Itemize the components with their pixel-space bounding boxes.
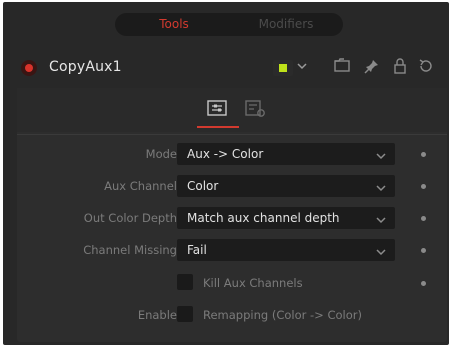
pin-icon[interactable] (363, 58, 381, 76)
enable-label: Enable (137, 308, 177, 322)
enable-remapping-checkbox[interactable] (177, 306, 193, 322)
kill-aux-channels-row: Kill Aux Channels (17, 272, 447, 296)
chevron-down-icon (375, 243, 387, 256)
node-header[interactable]: CopyAux1 (3, 50, 449, 86)
keyframe-dot-icon[interactable] (421, 281, 426, 286)
node-color-chip[interactable] (273, 60, 293, 76)
chevron-down-icon (375, 211, 387, 224)
aux-channel-value: Color (187, 179, 219, 193)
controls-panel: Mode Aux -> Color Aux Channel Color Out (17, 88, 447, 342)
aux-channel-dropdown[interactable]: Color (177, 175, 395, 197)
out-color-depth-label: Out Color Depth (83, 211, 177, 225)
mode-dropdown[interactable]: Aux -> Color (177, 143, 395, 165)
chevron-down-icon (375, 179, 387, 192)
chevron-down-icon (375, 147, 387, 160)
chevron-down-icon[interactable] (297, 57, 307, 78)
node-name: CopyAux1 (49, 59, 122, 75)
keyframe-dot-icon[interactable] (421, 184, 426, 189)
mode-row: Mode Aux -> Color (17, 143, 447, 167)
out-color-depth-value: Match aux channel depth (187, 211, 340, 225)
keyframe-dot-icon[interactable] (421, 216, 426, 221)
kill-aux-channels-checkbox[interactable] (177, 274, 193, 290)
mode-label: Mode (145, 147, 177, 161)
inspector-panel: Tools Modifiers CopyAux1 Mode Aux -> Col… (3, 2, 449, 345)
divider (17, 134, 447, 135)
out-color-depth-row: Out Color Depth Match aux channel depth (17, 207, 447, 231)
reset-icon[interactable] (417, 58, 435, 76)
subtab-bar (17, 88, 447, 132)
active-subtab-indicator (197, 126, 239, 128)
lock-icon[interactable] (391, 58, 409, 76)
tab-tools[interactable]: Tools (117, 13, 231, 36)
kill-aux-channels-label[interactable]: Kill Aux Channels (203, 276, 303, 290)
inspector-tabbar: Tools Modifiers (115, 13, 343, 36)
node-enable-toggle[interactable] (21, 60, 37, 76)
channel-missing-row: Channel Missing Fail (17, 239, 447, 263)
mode-value: Aux -> Color (187, 147, 264, 161)
keyframe-dot-icon[interactable] (421, 248, 426, 253)
channel-missing-value: Fail (187, 243, 207, 257)
out-color-depth-dropdown[interactable]: Match aux channel depth (177, 207, 395, 229)
channel-missing-dropdown[interactable]: Fail (177, 239, 395, 261)
aux-channel-row: Aux Channel Color (17, 175, 447, 199)
remapping-label[interactable]: Remapping (Color -> Color) (203, 308, 362, 322)
settings-tab-icon[interactable] (243, 98, 267, 120)
enable-remapping-row: Enable Remapping (Color -> Color) (17, 304, 447, 328)
folder-icon[interactable] (333, 58, 351, 76)
tab-modifiers[interactable]: Modifiers (231, 13, 341, 36)
controls-tab-icon[interactable] (205, 98, 229, 120)
channel-missing-label: Channel Missing (83, 243, 177, 257)
keyframe-dot-icon[interactable] (421, 152, 426, 157)
aux-channel-label: Aux Channel (104, 179, 177, 193)
